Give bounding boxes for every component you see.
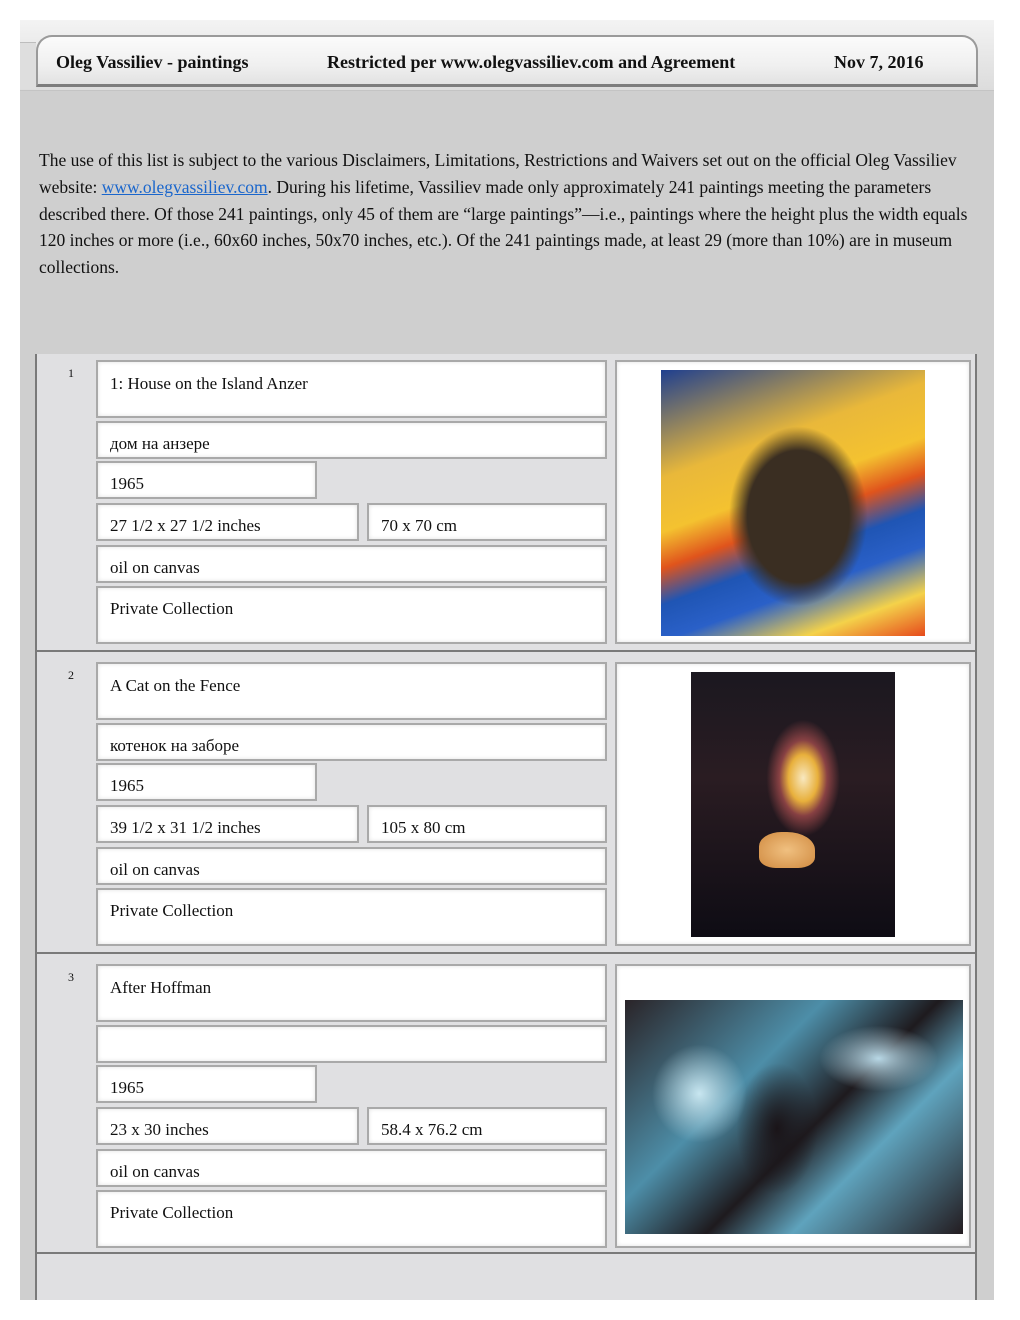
intro-paragraph: The use of this list is subject to the v… xyxy=(39,147,979,281)
medium-text: oil on canvas xyxy=(110,860,200,879)
collection-text: Private Collection xyxy=(110,1203,234,1222)
row-divider xyxy=(37,650,975,652)
painting-image xyxy=(625,1000,963,1234)
year-text: 1965 xyxy=(110,1078,144,1097)
website-link[interactable]: www.olegvassiliev.com xyxy=(102,177,268,197)
size-inches-field: 39 1/2 x 31 1/2 inches xyxy=(96,805,359,843)
year-text: 1965 xyxy=(110,474,144,493)
collection-field: Private Collection xyxy=(96,1190,607,1248)
painting-entry: 3 After Hoffman 1965 23 x 30 inches 58.4… xyxy=(37,958,975,1258)
entry-number: 1 xyxy=(68,366,74,380)
size-cm-field: 105 x 80 cm xyxy=(367,805,607,843)
collection-field: Private Collection xyxy=(96,586,607,644)
year-field: 1965 xyxy=(96,461,317,499)
size-inches-field: 23 x 30 inches xyxy=(96,1107,359,1145)
row-divider xyxy=(37,1252,975,1254)
size-cm-field: 58.4 x 76.2 cm xyxy=(367,1107,607,1145)
year-field: 1965 xyxy=(96,763,317,801)
title-field: 1: House on the Island Anzer xyxy=(96,360,607,418)
collection-field: Private Collection xyxy=(96,888,607,946)
medium-text: oil on canvas xyxy=(110,1162,200,1181)
document-date: Nov 7, 2016 xyxy=(834,52,924,72)
entry-number: 2 xyxy=(68,668,74,682)
cat-figure xyxy=(759,832,815,868)
collection-text: Private Collection xyxy=(110,901,234,920)
russian-title-text: дом на анзере xyxy=(110,434,210,453)
size-inches-field: 27 1/2 x 27 1/2 inches xyxy=(96,503,359,541)
painting-image-frame xyxy=(615,964,971,1248)
russian-title-field: дом на анзере xyxy=(96,421,607,459)
painting-image xyxy=(661,370,925,636)
russian-title-text: котенок на заборе xyxy=(110,736,240,755)
painting-entry: 1 1: House on the Island Anzer дом на ан… xyxy=(37,354,975,654)
size-inches-text: 39 1/2 x 31 1/2 inches xyxy=(110,818,261,837)
row-divider xyxy=(37,952,975,954)
title-text: After Hoffman xyxy=(110,978,212,997)
painting-image-frame xyxy=(615,662,971,946)
size-inches-text: 27 1/2 x 27 1/2 inches xyxy=(110,516,261,535)
painting-entry: 2 A Cat on the Fence котенок на заборе 1… xyxy=(37,656,975,956)
entry-number: 3 xyxy=(68,970,74,984)
title-text: 1: House on the Island Anzer xyxy=(110,374,308,393)
medium-field: oil on canvas xyxy=(96,1149,607,1187)
year-text: 1965 xyxy=(110,776,144,795)
restriction-notice: Restricted per www.olegvassiliev.com and… xyxy=(327,52,736,72)
painting-image xyxy=(691,672,895,937)
medium-field: oil on canvas xyxy=(96,847,607,885)
size-cm-text: 58.4 x 76.2 cm xyxy=(381,1120,483,1139)
title-field: After Hoffman xyxy=(96,964,607,1022)
russian-title-field xyxy=(96,1025,607,1063)
medium-text: oil on canvas xyxy=(110,558,200,577)
russian-title-field: котенок на заборе xyxy=(96,723,607,761)
size-cm-text: 105 x 80 cm xyxy=(381,818,466,837)
size-inches-text: 23 x 30 inches xyxy=(110,1120,209,1139)
size-cm-text: 70 x 70 cm xyxy=(381,516,458,535)
size-cm-field: 70 x 70 cm xyxy=(367,503,607,541)
paintings-list: 1 1: House on the Island Anzer дом на ан… xyxy=(35,354,977,1300)
document-title: Oleg Vassiliev - paintings xyxy=(56,52,249,72)
title-text: A Cat on the Fence xyxy=(110,676,241,695)
collection-text: Private Collection xyxy=(110,599,234,618)
title-field: A Cat on the Fence xyxy=(96,662,607,720)
year-field: 1965 xyxy=(96,1065,317,1103)
header-left-tab-edge xyxy=(20,42,36,89)
medium-field: oil on canvas xyxy=(96,545,607,583)
painting-image-frame xyxy=(615,360,971,644)
